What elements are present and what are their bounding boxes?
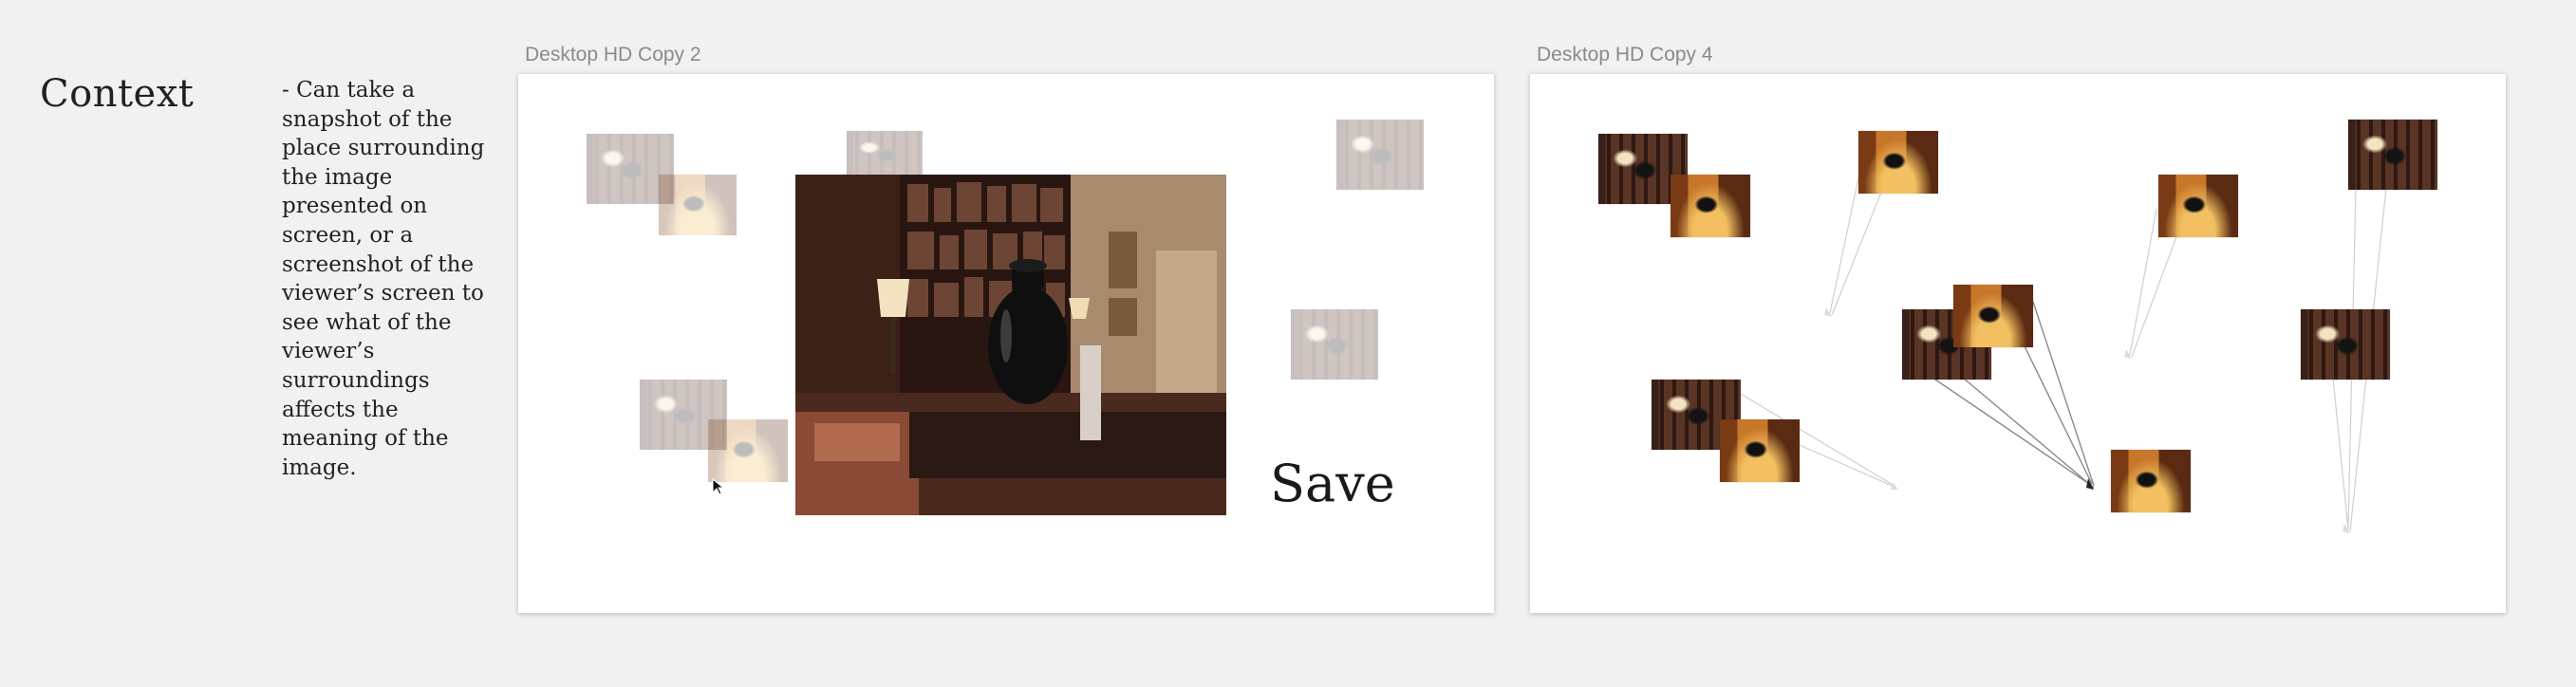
thumbnail-room	[2301, 309, 2390, 380]
thumbnail-vase	[1858, 131, 1938, 194]
faded-thumbnail-room	[1336, 120, 1424, 190]
thumbnail-room	[2348, 120, 2437, 190]
artboard-label-copy-2[interactable]: Desktop HD Copy 2	[525, 44, 701, 66]
main-photo-vase-in-room[interactable]	[795, 175, 1226, 515]
thumbnail-vase	[2111, 450, 2191, 512]
cursor-icon	[712, 478, 725, 495]
thumbnail-vase	[1671, 175, 1750, 237]
thumbnail-vase	[2158, 175, 2238, 237]
thumbnail-vase	[1720, 419, 1800, 482]
thumbnail-vase	[1953, 285, 2033, 347]
faded-thumbnail-room	[847, 131, 923, 178]
artboard-desktop-hd-copy-4[interactable]	[1530, 74, 2506, 613]
faded-thumbnail-vase	[708, 419, 788, 482]
context-notes: - Can take a snapshot of the place surro…	[282, 78, 485, 480]
faded-thumbnail-room	[1291, 309, 1378, 380]
faded-thumbnail-vase	[659, 175, 737, 235]
context-heading: Context	[40, 72, 195, 116]
artboard-label-copy-4[interactable]: Desktop HD Copy 4	[1537, 44, 1713, 66]
save-button[interactable]: Save	[1270, 454, 1395, 513]
